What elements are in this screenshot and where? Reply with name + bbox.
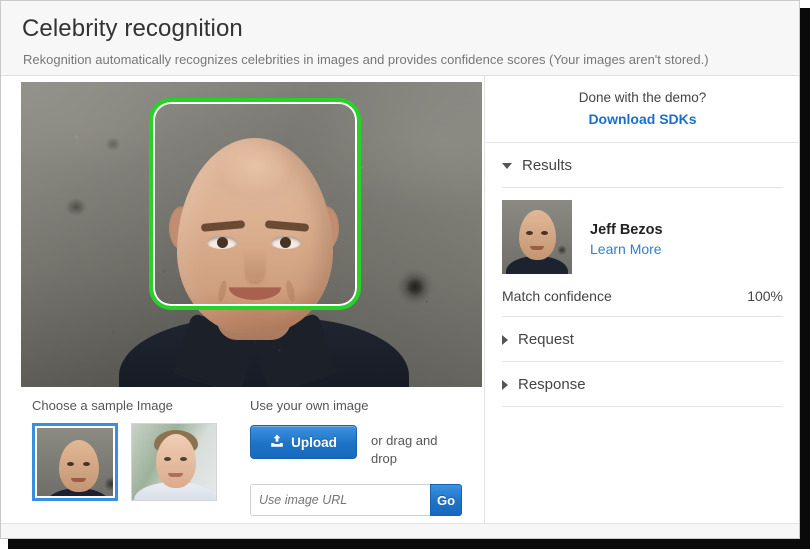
page-subtitle: Rekognition automatically recognizes cel… bbox=[23, 52, 709, 67]
upload-row: Upload or drag and drop bbox=[250, 425, 470, 468]
portrait-collar-right bbox=[250, 312, 338, 387]
upload-icon bbox=[270, 434, 284, 451]
sample-image-label: Choose a sample Image bbox=[32, 398, 173, 413]
demo-cta-block: Done with the demo? Download SDKs bbox=[486, 76, 799, 143]
celebrity-name: Jeff Bezos bbox=[590, 222, 663, 238]
portrait-mouth bbox=[229, 288, 281, 300]
match-confidence-row: Match confidence 100% bbox=[486, 284, 799, 316]
window-shadow-bottom bbox=[8, 539, 810, 549]
demo-question-text: Done with the demo? bbox=[578, 90, 707, 105]
download-sdks-link[interactable]: Download SDKs bbox=[502, 111, 783, 127]
sample-thumbnail-jeff-bezos[interactable] bbox=[32, 423, 118, 501]
divider bbox=[502, 406, 783, 407]
portrait-chin bbox=[225, 306, 285, 324]
result-celebrity-thumbnail bbox=[502, 200, 572, 274]
portrait-smile-line-right bbox=[284, 279, 297, 303]
response-accordion-header[interactable]: Response bbox=[486, 362, 799, 406]
chevron-down-icon bbox=[502, 162, 512, 169]
page-title: Celebrity recognition bbox=[22, 15, 243, 42]
sample-thumbnail-jeff-bezos-image bbox=[37, 428, 113, 496]
request-accordion-title: Request bbox=[518, 331, 574, 348]
image-url-input[interactable] bbox=[250, 484, 430, 516]
portrait-ear-left bbox=[169, 206, 195, 250]
sample-thumbnail-andy-jassy[interactable] bbox=[131, 423, 217, 501]
own-image-section: Use your own image Upload or drag and dr… bbox=[250, 398, 470, 516]
results-accordion-header[interactable]: Results bbox=[486, 143, 799, 187]
go-button[interactable]: Go bbox=[430, 484, 463, 516]
response-accordion-title: Response bbox=[518, 376, 586, 393]
portrait-eye-left bbox=[207, 236, 237, 249]
portrait-pupil-right bbox=[280, 237, 291, 248]
content-card: Choose a sample Image Use your own image… bbox=[1, 76, 799, 524]
portrait-collar-left bbox=[172, 312, 260, 387]
results-column: Done with the demo? Download SDKs Result… bbox=[486, 76, 799, 524]
page-header: Celebrity recognition Rekognition automa… bbox=[1, 1, 799, 76]
portrait-neck bbox=[217, 278, 291, 340]
match-confidence-value: 100% bbox=[747, 288, 783, 304]
portrait-smile-line-left bbox=[216, 279, 229, 303]
sample-thumbnail-list bbox=[32, 423, 237, 501]
chevron-right-icon bbox=[502, 334, 508, 345]
chevron-right-icon bbox=[502, 379, 508, 390]
portrait-head bbox=[177, 138, 333, 334]
result-item: Jeff Bezos Learn More bbox=[486, 188, 799, 284]
sample-thumbnail-andy-jassy-image bbox=[132, 424, 216, 500]
results-accordion-title: Results bbox=[522, 157, 573, 174]
portrait-brow-right bbox=[264, 220, 310, 232]
detected-face-bounding-box bbox=[149, 98, 361, 310]
request-accordion-header[interactable]: Request bbox=[486, 317, 799, 361]
image-column: Choose a sample Image Use your own image… bbox=[1, 76, 485, 524]
demo-window: Celebrity recognition Rekognition automa… bbox=[0, 0, 800, 539]
sample-image-section: Choose a sample Image bbox=[32, 398, 237, 501]
own-image-label: Use your own image bbox=[250, 398, 369, 413]
image-url-row: Go bbox=[250, 484, 463, 516]
preview-photo bbox=[21, 82, 482, 387]
portrait-nose bbox=[245, 248, 265, 282]
portrait-eye-right bbox=[271, 236, 301, 249]
window-shadow-right bbox=[800, 8, 810, 549]
upload-button-label: Upload bbox=[291, 434, 337, 450]
portrait-ear-right bbox=[313, 206, 339, 250]
portrait-pupil-left bbox=[217, 237, 228, 248]
drag-and-drop-hint: or drag and drop bbox=[371, 433, 438, 466]
upload-button[interactable]: Upload bbox=[250, 425, 357, 459]
portrait-brow-left bbox=[200, 220, 246, 232]
match-confidence-label: Match confidence bbox=[502, 288, 612, 304]
result-info: Jeff Bezos Learn More bbox=[590, 200, 663, 257]
image-preview bbox=[21, 82, 482, 387]
learn-more-link[interactable]: Learn More bbox=[590, 241, 663, 257]
portrait-shoulders bbox=[119, 318, 409, 387]
